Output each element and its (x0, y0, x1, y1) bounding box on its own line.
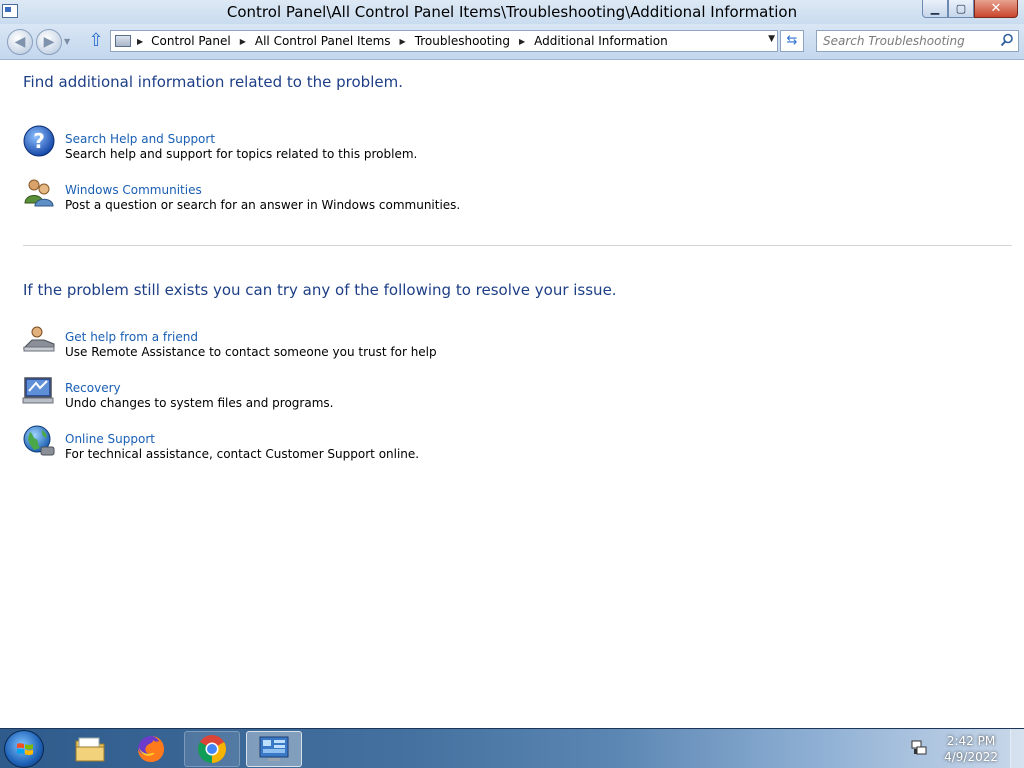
chrome-icon (198, 735, 226, 763)
windows-communities-description: Post a question or search for an answer … (65, 198, 461, 212)
control-panel-icon (259, 736, 289, 761)
windows-logo-icon (17, 743, 33, 756)
control-panel-location-icon (115, 35, 131, 47)
back-button[interactable]: ◀ (7, 29, 33, 55)
taskbar-windows-explorer[interactable] (62, 731, 118, 767)
taskbar-control-panel[interactable] (246, 731, 302, 767)
people-icon (22, 175, 56, 209)
windows-communities-link[interactable]: Windows Communities (65, 183, 460, 198)
breadcrumb-all-items[interactable]: All Control Panel Items (255, 34, 391, 48)
main-content: Find additional information related to t… (0, 61, 1024, 728)
list-item-online-support[interactable]: Online Support For technical assistance,… (22, 424, 419, 461)
up-level-button[interactable]: ⇧ (86, 30, 106, 52)
address-bar[interactable]: ▶ Control Panel ▶ All Control Panel Item… (110, 30, 778, 52)
window-title: Control Panel\All Control Panel Items\Tr… (226, 3, 798, 21)
breadcrumb-separator-icon[interactable]: ▶ (137, 37, 143, 46)
breadcrumb-separator-icon[interactable]: ▶ (519, 37, 525, 46)
arrow-right-icon: ▶ (43, 34, 55, 50)
breadcrumb-troubleshooting[interactable]: Troubleshooting (415, 34, 510, 48)
online-support-link[interactable]: Online Support (65, 432, 419, 447)
refresh-button[interactable]: ⇆ (780, 30, 804, 52)
list-item-recovery[interactable]: Recovery Undo changes to system files an… (22, 373, 333, 410)
remote-assistance-icon (22, 322, 56, 356)
address-history-dropdown-icon[interactable]: ▼ (768, 34, 775, 44)
recovery-description: Undo changes to system files and program… (65, 396, 334, 410)
folder-icon (75, 737, 105, 762)
get-help-from-friend-description: Use Remote Assistance to contact someone… (65, 345, 437, 359)
close-button[interactable]: ✕ (974, 0, 1018, 18)
search-box[interactable] (816, 30, 1019, 52)
window-controls: ▁ ▢ ✕ (922, 0, 1018, 18)
title-bar: Control Panel\All Control Panel Items\Tr… (0, 0, 1024, 24)
breadcrumb-separator-icon[interactable]: ▶ (240, 37, 246, 46)
search-icon[interactable] (1000, 33, 1014, 47)
taskbar-firefox[interactable] (123, 731, 179, 767)
section-heading-additional-info: Find additional information related to t… (23, 73, 403, 91)
taskbar: 2:42 PM 4/9/2022 (0, 728, 1024, 768)
list-item-get-help-friend[interactable]: Get help from a friend Use Remote Assist… (22, 322, 437, 359)
svg-text:?: ? (33, 129, 45, 153)
refresh-icon: ⇆ (786, 33, 798, 48)
show-desktop-button[interactable] (1010, 729, 1024, 768)
recent-pages-dropdown[interactable]: ▼ (64, 37, 70, 46)
maximize-button[interactable]: ▢ (948, 0, 974, 18)
clock-date: 4/9/2022 (944, 750, 998, 764)
arrow-up-icon: ⇧ (88, 30, 104, 51)
breadcrumb-control-panel[interactable]: Control Panel (151, 34, 231, 48)
breadcrumb-additional-information[interactable]: Additional Information (534, 34, 668, 48)
get-help-from-friend-link[interactable]: Get help from a friend (65, 330, 437, 345)
search-input[interactable] (817, 31, 997, 51)
list-item-search-help[interactable]: ? Search Help and Support Search help an… (22, 124, 417, 161)
section-divider (23, 245, 1012, 246)
forward-button[interactable]: ▶ (36, 29, 62, 55)
section-heading-resolve-issue: If the problem still exists you can try … (23, 281, 617, 299)
start-button[interactable] (4, 730, 44, 768)
taskbar-chrome[interactable] (184, 731, 240, 767)
clock-time: 2:42 PM (946, 734, 996, 748)
clock[interactable]: 2:42 PM 4/9/2022 (944, 733, 998, 765)
network-icon[interactable] (910, 739, 928, 757)
firefox-icon (138, 736, 164, 762)
breadcrumb-separator-icon[interactable]: ▶ (400, 37, 406, 46)
search-help-support-description: Search help and support for topics relat… (65, 147, 418, 161)
globe-icon (22, 424, 56, 458)
online-support-description: For technical assistance, contact Custom… (65, 447, 420, 461)
navigation-bar: ◀ ▶ ▼ ⇧ ▶ Control Panel ▶ All Control Pa… (0, 24, 1024, 60)
system-tray: 2:42 PM 4/9/2022 (904, 729, 1024, 768)
arrow-left-icon: ◀ (14, 34, 26, 50)
minimize-button[interactable]: ▁ (922, 0, 948, 18)
search-help-support-link[interactable]: Search Help and Support (65, 132, 417, 147)
help-question-icon: ? (22, 124, 56, 158)
recovery-icon (22, 373, 56, 407)
recovery-link[interactable]: Recovery (65, 381, 333, 396)
list-item-windows-communities[interactable]: Windows Communities Post a question or s… (22, 175, 460, 212)
